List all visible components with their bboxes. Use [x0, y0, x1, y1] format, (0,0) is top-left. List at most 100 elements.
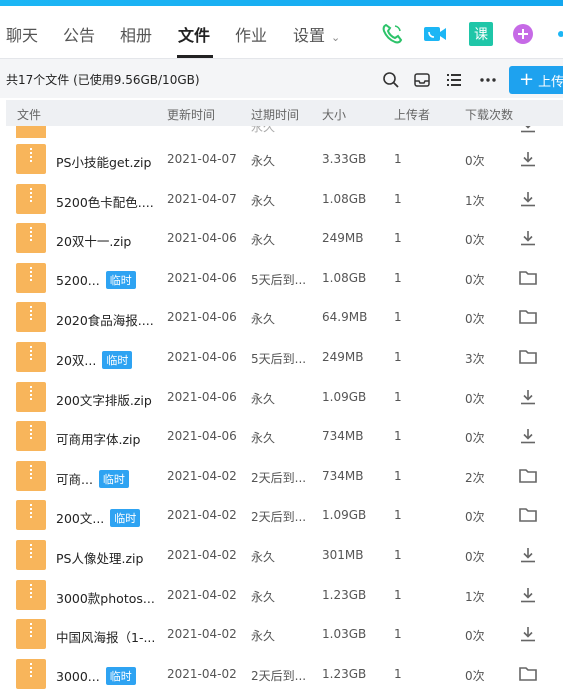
file-download-count: 0次 — [465, 668, 485, 683]
file-name[interactable]: 中国风海报（1-... — [56, 627, 155, 646]
file-row[interactable]: 5200... 临时 2021-04-06 5天后到... 1.08GB 1 0次 — [0, 259, 563, 299]
phone-icon[interactable] — [380, 22, 404, 46]
file-name-text: 20双十一.zip — [56, 234, 132, 250]
file-row[interactable]: 20双... 临时 2021-04-06 5天后到... 249MB 1 3次 — [0, 338, 563, 378]
file-download-count: 0次 — [465, 154, 485, 168]
file-name[interactable]: 3000... 临时 — [56, 666, 136, 685]
file-expire: 永久 — [251, 193, 276, 208]
more-options-icon[interactable] — [479, 71, 497, 89]
file-row[interactable]: 3000款photos... 2021-04-02 永久 1.23GB 1 1次 — [0, 576, 563, 616]
file-toolbar: 共17个文件 (已使用9.56GB/10GB) + 上传 — [0, 58, 563, 98]
more-apps-dot-icon[interactable] — [549, 22, 563, 46]
file-row[interactable]: 可商用字体.zip 2021-04-06 永久 734MB 1 0次 — [0, 417, 563, 457]
file-size: 734MB — [322, 468, 364, 483]
file-row[interactable]: 可商... 临时 2021-04-02 2天后到... 734MB 1 2次 — [0, 457, 563, 497]
file-row[interactable]: PS人像处理.zip 2021-04-02 永久 301MB 1 0次 — [0, 536, 563, 576]
file-name[interactable]: 5200色卡配色.... — [56, 192, 154, 211]
file-row[interactable]: 20双十一.zip 2021-04-06 永久 249MB 1 0次 — [0, 219, 563, 259]
file-name-text: 5200... — [56, 272, 100, 288]
video-call-icon[interactable] — [423, 22, 447, 46]
tab-bar: 聊天 公告 相册 文件 作业 设置 ⌄ 课 — [0, 6, 563, 58]
file-updated-date: 2021-04-02 — [167, 587, 237, 602]
file-size: 249MB — [322, 231, 364, 246]
download-icon[interactable] — [518, 229, 538, 247]
file-row[interactable]: 中国风海报（1-... 2021-04-02 永久 1.03GB 1 0次 — [0, 615, 563, 655]
download-icon[interactable] — [518, 546, 538, 564]
tab-chat[interactable]: 聊天 — [6, 22, 38, 46]
download-icon[interactable] — [518, 190, 538, 208]
download-icon[interactable] — [518, 150, 538, 168]
download-icon[interactable] — [518, 126, 538, 134]
file-updated-date: 2021-04-06 — [167, 389, 237, 404]
file-expire: 5天后到... — [251, 272, 307, 287]
file-name-text: 20双... — [56, 353, 97, 368]
open-folder-icon[interactable] — [518, 467, 538, 485]
file-uploader: 1 — [394, 468, 402, 483]
file-updated-date: 2021-04-07 — [167, 191, 237, 206]
file-expire: 5天后到... — [251, 352, 307, 366]
file-uploader: 1 — [394, 666, 402, 681]
column-header-uploader[interactable]: 上传者 — [394, 106, 430, 123]
partial-file-row[interactable]: 永久 — [0, 126, 563, 138]
course-icon[interactable]: 课 — [469, 22, 493, 46]
zip-file-icon — [16, 460, 46, 491]
zip-file-icon — [16, 302, 46, 333]
file-row[interactable]: PS小技能get.zip 2021-04-07 永久 3.33GB 1 0次 — [0, 140, 563, 180]
file-name-text: 200文字排版.zip — [56, 392, 152, 408]
column-header-name[interactable]: 文件 — [17, 106, 41, 123]
column-header-expire[interactable]: 过期时间 — [251, 106, 299, 123]
file-name[interactable]: 可商用字体.zip — [56, 429, 140, 448]
file-uploader: 1 — [394, 152, 402, 166]
file-name[interactable]: PS人像处理.zip — [56, 548, 143, 567]
file-row[interactable]: 200文字排版.zip 2021-04-06 永久 1.09GB 1 0次 — [0, 378, 563, 418]
file-download-count: 2次 — [465, 470, 485, 485]
file-name[interactable]: 可商... 临时 — [56, 469, 129, 488]
download-icon[interactable] — [518, 625, 538, 643]
temporary-badge: 临时 — [105, 270, 136, 289]
open-folder-icon[interactable] — [518, 348, 538, 366]
file-row[interactable]: 200文... 临时 2021-04-02 2天后到... 1.09GB 1 0次 — [0, 496, 563, 536]
file-name[interactable]: 3000款photos... — [56, 588, 155, 607]
file-name[interactable]: 200文字排版.zip — [56, 390, 152, 409]
file-name[interactable]: 5200... 临时 — [56, 270, 136, 289]
download-icon[interactable] — [518, 586, 538, 604]
column-header-size[interactable]: 大小 — [322, 106, 346, 123]
open-folder-icon[interactable] — [518, 506, 538, 524]
tab-announcement[interactable]: 公告 — [63, 22, 95, 46]
list-view-icon[interactable] — [445, 71, 463, 89]
file-name[interactable]: PS小技能get.zip — [56, 152, 151, 171]
tab-files[interactable]: 文件 — [178, 22, 210, 46]
column-header-updated[interactable]: 更新时间 — [167, 106, 215, 123]
file-name[interactable]: 200文... 临时 — [56, 508, 141, 528]
file-updated-date: 2021-04-06 — [167, 270, 237, 285]
download-icon[interactable] — [518, 388, 538, 406]
file-row[interactable]: 5200色卡配色.... 2021-04-07 永久 1.08GB 1 1次 — [0, 180, 563, 220]
file-uploader: 1 — [394, 587, 402, 602]
open-folder-icon[interactable] — [518, 665, 538, 683]
inbox-icon[interactable] — [413, 71, 431, 89]
storage-summary: 共17个文件 (已使用9.56GB/10GB) — [6, 73, 200, 87]
tab-album[interactable]: 相册 — [120, 22, 152, 46]
file-uploader: 1 — [394, 508, 402, 523]
file-download-count: 0次 — [465, 431, 485, 446]
file-row[interactable]: 3000... 临时 2021-04-02 2天后到... 1.23GB 1 0次 — [0, 655, 563, 690]
file-uploader: 1 — [394, 548, 402, 562]
file-name[interactable]: 20双十一.zip — [56, 231, 131, 250]
add-app-icon[interactable] — [511, 22, 535, 46]
file-name[interactable]: 2020食品海报.... — [56, 310, 154, 329]
open-folder-icon[interactable] — [518, 269, 538, 287]
file-size: 1.23GB — [322, 587, 367, 602]
tab-homework[interactable]: 作业 — [235, 22, 267, 46]
file-size: 1.08GB — [322, 191, 367, 206]
file-name[interactable]: 20双... 临时 — [56, 350, 133, 369]
search-icon[interactable] — [382, 71, 400, 89]
download-icon[interactable] — [518, 427, 538, 445]
tab-settings[interactable]: 设置 ⌄ — [293, 22, 340, 46]
file-download-count: 1次 — [465, 589, 485, 604]
column-header-downloads[interactable]: 下载次数 — [465, 106, 513, 123]
file-updated-date: 2021-04-02 — [167, 468, 237, 483]
file-row[interactable]: 2020食品海报.... 2021-04-06 永久 64.9MB 1 0次 — [0, 298, 563, 338]
file-expire: 2天后到... — [251, 510, 307, 525]
open-folder-icon[interactable] — [518, 308, 538, 326]
upload-button[interactable]: + 上传 — [509, 66, 563, 94]
